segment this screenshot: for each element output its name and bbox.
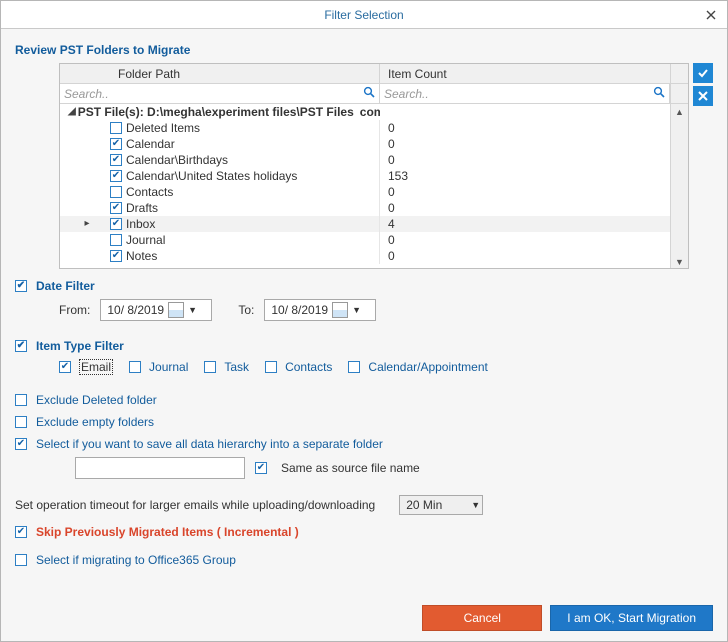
row-folder-label: Drafts [126, 200, 158, 216]
close-button[interactable] [701, 5, 721, 25]
expand-icon[interactable]: ▸ [82, 216, 92, 232]
vertical-scrollbar[interactable]: ▲ ▼ [670, 104, 688, 269]
row-checkbox[interactable] [110, 138, 122, 150]
journal-label: Journal [149, 360, 188, 374]
table-row[interactable]: ▸ Inbox 4 [60, 216, 688, 232]
folders-grid: Folder Path Item Count Search.. Search.. [59, 63, 689, 269]
to-label: To: [238, 303, 254, 317]
calendar-checkbox[interactable] [348, 361, 360, 373]
row-item-count: 0 [380, 232, 688, 248]
check-all-button[interactable] [693, 63, 713, 83]
row-checkbox[interactable] [110, 250, 122, 262]
row-checkbox[interactable] [110, 154, 122, 166]
search-icon [363, 86, 375, 101]
calendar-icon [332, 302, 348, 318]
journal-checkbox[interactable] [129, 361, 141, 373]
calendar-label: Calendar/Appointment [368, 360, 487, 374]
timeout-label: Set operation timeout for larger emails … [15, 498, 375, 512]
exclude-deleted-checkbox[interactable] [15, 394, 27, 406]
row-folder-label: Calendar\United States holidays [126, 168, 297, 184]
chevron-down-icon: ▼ [471, 500, 480, 510]
save-hierarchy-label: Select if you want to save all data hier… [36, 437, 383, 451]
window-title: Filter Selection [324, 8, 403, 22]
table-row[interactable]: Calendar 0 [60, 136, 688, 152]
to-date-input[interactable]: 10/ 8/2019 ▼ [264, 299, 376, 321]
row-checkbox[interactable] [110, 234, 122, 246]
exclude-empty-label: Exclude empty folders [36, 415, 154, 429]
exclude-deleted-label: Exclude Deleted folder [36, 393, 157, 407]
calendar-icon [168, 302, 184, 318]
contacts-label: Contacts [285, 360, 332, 374]
start-migration-button[interactable]: I am OK, Start Migration [550, 605, 713, 631]
column-header-folder[interactable]: Folder Path [60, 64, 380, 83]
row-item-count: 0 [380, 184, 688, 200]
chevron-down-icon: ▼ [352, 305, 361, 315]
cancel-button[interactable]: Cancel [422, 605, 542, 631]
uncheck-all-button[interactable] [693, 86, 713, 106]
table-row[interactable]: Calendar\Birthdays 0 [60, 152, 688, 168]
task-checkbox[interactable] [204, 361, 216, 373]
same-as-source-label: Same as source file name [281, 461, 420, 475]
row-item-count: 0 [380, 248, 688, 264]
email-checkbox[interactable] [59, 361, 71, 373]
row-item-count: 0 [380, 120, 688, 136]
section-title-folders: Review PST Folders to Migrate [15, 43, 713, 57]
item-type-filter-checkbox[interactable] [15, 340, 27, 352]
table-row[interactable]: Calendar\United States holidays 153 [60, 168, 688, 184]
row-folder-label: Deleted Items [126, 120, 200, 136]
row-item-count: 4 [380, 216, 688, 232]
row-item-count: 0 [380, 200, 688, 216]
save-hierarchy-checkbox[interactable] [15, 438, 27, 450]
date-filter-label: Date Filter [36, 279, 95, 293]
row-folder-label: Notes [126, 248, 157, 264]
from-date-input[interactable]: 10/ 8/2019 ▼ [100, 299, 212, 321]
table-row[interactable]: Contacts 0 [60, 184, 688, 200]
date-filter-checkbox[interactable] [15, 280, 27, 292]
timeout-select[interactable]: 20 Min ▼ [399, 495, 483, 515]
tree-root-row[interactable]: ◢ PST File(s): D:\megha\experiment files… [60, 104, 688, 120]
from-label: From: [59, 303, 90, 317]
column-header-count[interactable]: Item Count [380, 64, 670, 83]
o365-group-checkbox[interactable] [15, 554, 27, 566]
scroll-up-icon[interactable]: ▲ [671, 104, 688, 120]
root-path-suffix: com.pst [360, 104, 380, 120]
search-folder-input[interactable]: Search.. [60, 84, 380, 103]
row-checkbox[interactable] [110, 122, 122, 134]
contacts-checkbox[interactable] [265, 361, 277, 373]
root-path-prefix: PST File(s): D:\megha\experiment files\P… [78, 104, 354, 120]
item-type-filter-label: Item Type Filter [36, 339, 124, 353]
table-row[interactable]: Drafts 0 [60, 200, 688, 216]
row-folder-label: Calendar\Birthdays [126, 152, 228, 168]
table-row[interactable]: Deleted Items 0 [60, 120, 688, 136]
row-folder-label: Inbox [126, 216, 155, 232]
row-folder-label: Contacts [126, 184, 173, 200]
search-count-input[interactable]: Search.. [380, 84, 670, 103]
exclude-empty-checkbox[interactable] [15, 416, 27, 428]
same-as-source-checkbox[interactable] [255, 462, 267, 474]
search-icon [653, 86, 665, 101]
chevron-down-icon: ▼ [188, 305, 197, 315]
skip-previous-label: Skip Previously Migrated Items ( Increme… [36, 525, 299, 539]
skip-previous-checkbox[interactable] [15, 526, 27, 538]
row-checkbox[interactable] [110, 170, 122, 182]
collapse-icon[interactable]: ◢ [68, 104, 76, 120]
row-checkbox[interactable] [110, 202, 122, 214]
row-checkbox[interactable] [110, 186, 122, 198]
row-checkbox[interactable] [110, 218, 122, 230]
email-label: Email [79, 359, 113, 375]
o365-group-label: Select if migrating to Office365 Group [36, 553, 236, 567]
title-bar: Filter Selection [1, 1, 727, 29]
row-item-count: 0 [380, 136, 688, 152]
scroll-down-icon[interactable]: ▼ [671, 254, 688, 269]
task-label: Task [224, 360, 249, 374]
table-row[interactable]: Journal 0 [60, 232, 688, 248]
hierarchy-folder-input[interactable] [75, 457, 245, 479]
row-folder-label: Journal [126, 232, 165, 248]
table-row[interactable]: Notes 0 [60, 248, 688, 264]
row-item-count: 153 [380, 168, 688, 184]
row-folder-label: Calendar [126, 136, 175, 152]
row-item-count: 0 [380, 152, 688, 168]
